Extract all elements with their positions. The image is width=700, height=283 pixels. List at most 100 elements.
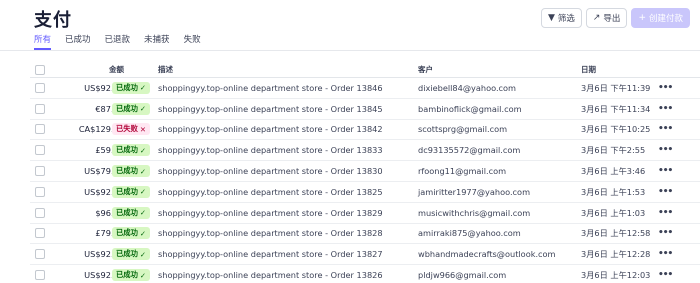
table-row[interactable]: US$92.99 已成功 ✓ shoppingyy.top-online depart… — [30, 182, 700, 203]
date-cell: 3月6日 上午1:53 — [581, 186, 646, 197]
row-checkbox[interactable] — [35, 82, 45, 93]
row-checkbox[interactable] — [35, 166, 45, 177]
page-title: 支付 — [34, 10, 72, 31]
tab-bar: 所有 已成功 已退款 未捕获 失败 — [34, 33, 201, 50]
date-cell: 3月6日 下午10:25 — [581, 124, 651, 135]
status-label: 已成功 — [116, 228, 138, 238]
table-row[interactable]: CA$129.79 已失败 ✕ shoppingyy.top-online depar… — [30, 120, 700, 141]
status-cell: 已成功 ✓ — [112, 81, 151, 94]
customer-cell: dixiebell84@yahoo.com — [418, 82, 517, 93]
customer-cell: pldjw966@gmail.com — [418, 270, 507, 281]
table-row[interactable]: £79.99 已成功 ✓ shoppingyy.top-online departme… — [30, 224, 700, 245]
row-checkbox[interactable] — [35, 270, 45, 281]
check-icon: ✓ — [139, 83, 147, 93]
status-cell: 已成功 ✓ — [112, 227, 151, 240]
status-badge: 已成功 ✓ — [112, 144, 151, 157]
customer-cell: scottsprg@gmail.com — [418, 124, 508, 135]
row-checkbox[interactable] — [35, 249, 45, 260]
date-cell: 3月6日 上午12:28 — [581, 249, 651, 260]
tab-refunded[interactable]: 已退款 — [105, 33, 131, 50]
customer-cell: musicwithchris@gmail.com — [418, 207, 531, 218]
tab-succeeded[interactable]: 已成功 — [65, 33, 91, 50]
table-body: US$92.99 已成功 ✓ shoppingyy.top-online depart… — [30, 78, 700, 283]
description-cell: shoppingyy.top-online department store -… — [158, 270, 383, 281]
table-header: 金额 描述 客户 日期 — [30, 62, 700, 78]
more-options-icon[interactable]: ••• — [658, 104, 673, 114]
check-icon: ✓ — [139, 166, 147, 176]
column-header-customer: 客户 — [418, 65, 433, 74]
date-cell: 3月6日 上午12:03 — [581, 270, 651, 281]
status-badge: 已成功 ✓ — [112, 185, 151, 198]
status-cell: 已成功 ✓ — [112, 144, 151, 157]
description-cell: shoppingyy.top-online department store -… — [158, 103, 383, 114]
more-options-icon[interactable]: ••• — [658, 249, 673, 259]
description-cell: shoppingyy.top-online department store -… — [158, 145, 383, 156]
select-all-checkbox[interactable] — [35, 64, 45, 75]
description-cell: shoppingyy.top-online department store -… — [158, 82, 383, 93]
payments-table: 金额 描述 客户 日期 US$92.99 已成功 ✓ shoppingyy.top-o… — [30, 62, 700, 283]
row-checkbox[interactable] — [35, 103, 45, 114]
status-badge: 已成功 ✓ — [112, 248, 151, 261]
check-icon: ✓ — [139, 187, 147, 197]
status-badge: 已成功 ✓ — [112, 227, 151, 240]
more-options-icon[interactable]: ••• — [658, 270, 673, 280]
status-label: 已成功 — [116, 82, 138, 92]
date-cell: 3月6日 下午2:55 — [581, 145, 646, 156]
create-payment-button[interactable]: + 创建付款 — [631, 8, 690, 28]
row-checkbox[interactable] — [35, 186, 45, 197]
description-cell: shoppingyy.top-online department store -… — [158, 249, 383, 260]
table-row[interactable]: US$79.99 已成功 ✓ shoppingyy.top-online depart… — [30, 161, 700, 182]
date-cell: 3月6日 上午12:58 — [581, 228, 651, 239]
check-icon: ✓ — [139, 145, 147, 155]
tab-all[interactable]: 所有 — [34, 33, 52, 50]
filter-icon: ▼ — [547, 13, 555, 23]
more-options-icon[interactable]: ••• — [658, 208, 673, 218]
filter-button[interactable]: ▼ 筛选 — [540, 8, 582, 28]
customer-cell: rfoong11@gmail.com — [418, 166, 507, 177]
more-options-icon[interactable]: ••• — [658, 228, 673, 238]
row-checkbox[interactable] — [35, 207, 45, 218]
status-badge: 已失败 ✕ — [112, 123, 151, 136]
status-badge: 已成功 ✓ — [112, 165, 151, 178]
export-button[interactable]: ↗ 导出 — [585, 8, 628, 28]
more-options-icon[interactable]: ••• — [658, 83, 673, 93]
status-label: 已成功 — [116, 166, 138, 176]
plus-icon: + — [638, 13, 646, 23]
more-options-icon[interactable]: ••• — [658, 145, 673, 155]
status-cell: 已成功 ✓ — [112, 269, 151, 282]
column-header-description: 描述 — [158, 65, 173, 74]
date-cell: 3月6日 下午11:34 — [581, 103, 651, 114]
status-label: 已成功 — [116, 207, 138, 217]
check-icon: ✓ — [139, 104, 147, 114]
tab-uncaptured[interactable]: 未捕获 — [144, 33, 170, 50]
customer-cell: dc93135572@gmail.com — [418, 145, 521, 156]
more-options-icon[interactable]: ••• — [658, 166, 673, 176]
tab-failed[interactable]: 失败 — [184, 33, 201, 50]
table-row[interactable]: £59.95 已成功 ✓ shoppingyy.top-online departme… — [30, 140, 700, 162]
status-badge: 已成功 ✓ — [112, 269, 151, 282]
status-label: 已成功 — [116, 186, 138, 196]
description-cell: shoppingyy.top-online department store -… — [158, 228, 383, 239]
more-options-icon[interactable]: ••• — [658, 187, 673, 197]
row-checkbox[interactable] — [35, 228, 45, 239]
table-row[interactable]: US$92.99 已成功 ✓ shoppingyy.top-online depart… — [30, 78, 700, 99]
status-cell: 已成功 ✓ — [112, 248, 151, 261]
export-arrow-icon: ↗ — [592, 13, 601, 23]
customer-cell: jamiritter1977@yahoo.com — [418, 186, 531, 197]
status-badge: 已成功 ✓ — [112, 102, 151, 115]
table-row[interactable]: US$92.99 已成功 ✓ shoppingyy.top-online depart… — [30, 265, 700, 283]
check-icon: ✓ — [139, 249, 147, 259]
row-checkbox[interactable] — [35, 145, 45, 156]
date-cell: 3月6日 上午3:46 — [581, 166, 646, 177]
table-row[interactable]: US$92.99 已成功 ✓ shoppingyy.top-online depart… — [30, 244, 700, 266]
date-cell: 3月6日 下午11:39 — [581, 82, 651, 93]
check-icon: ✓ — [139, 270, 147, 280]
description-cell: shoppingyy.top-online department store -… — [158, 124, 383, 135]
export-label: 导出 — [603, 14, 621, 24]
table-row[interactable]: €87.59 已成功 ✓ shoppingyy.top-online departme… — [30, 99, 700, 120]
more-options-icon[interactable]: ••• — [658, 124, 673, 134]
description-cell: shoppingyy.top-online department store -… — [158, 186, 383, 197]
table-row[interactable]: $96.00 已成功 ✓ shoppingyy.top-online departme… — [30, 203, 700, 224]
date-cell: 3月6日 上午1:03 — [581, 207, 646, 218]
row-checkbox[interactable] — [35, 124, 45, 135]
